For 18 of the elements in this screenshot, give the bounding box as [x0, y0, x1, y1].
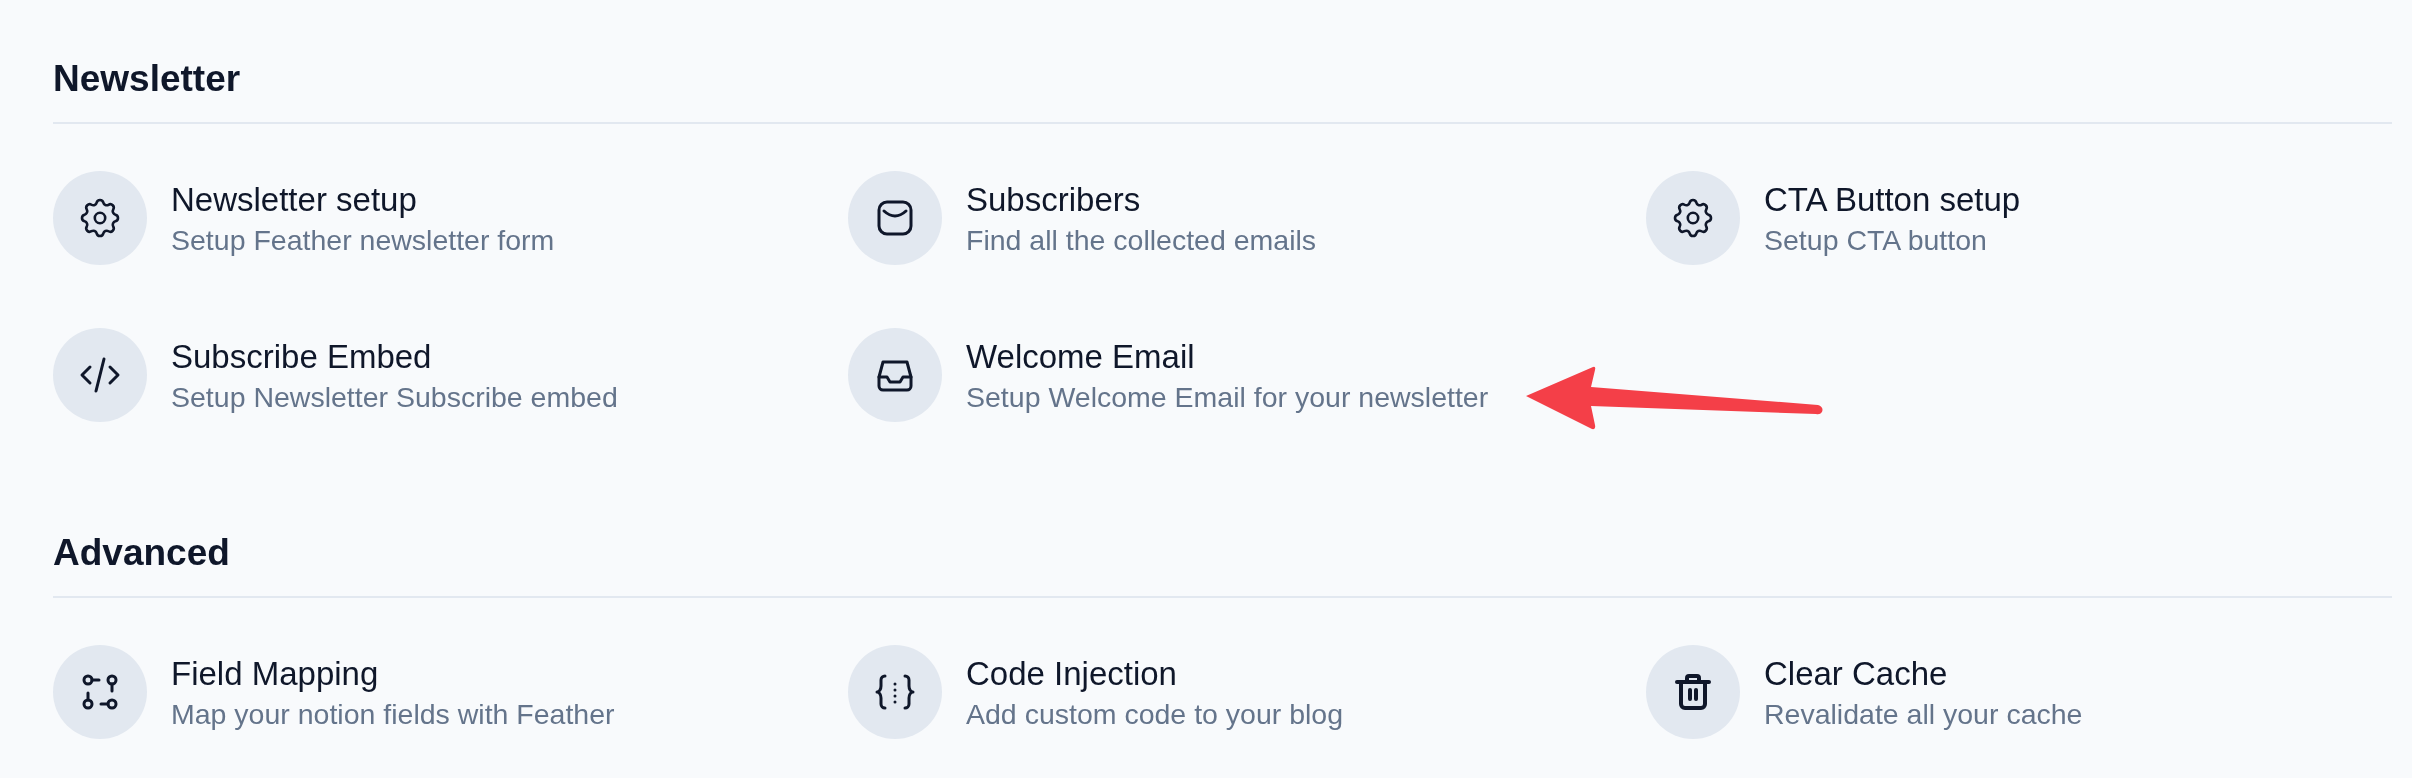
setting-link[interactable]: Welcome Email — [966, 337, 1195, 376]
setting-description: Setup Newsletter Subscribe embed — [171, 380, 618, 413]
setting-link[interactable]: Subscribe Embed — [171, 337, 432, 376]
setting-description: Setup Feather newsletter form — [171, 223, 555, 256]
setting-description: Setup Welcome Email for your newsletter — [966, 380, 1489, 413]
setting-link[interactable]: Newsletter setup — [171, 180, 417, 219]
section-heading: Newsletter — [53, 58, 241, 99]
setting-link[interactable]: CTA Button setup — [1764, 180, 2021, 219]
setting-description: Map your notion fields with Feather — [171, 697, 615, 730]
setting-link[interactable]: Code Injection — [966, 654, 1177, 693]
setting-description: Setup CTA button — [1764, 223, 1987, 256]
setting-description: Revalidate all your cache — [1764, 697, 2083, 730]
setting-description: Find all the collected emails — [966, 223, 1317, 256]
setting-link[interactable]: Subscribers — [966, 180, 1141, 219]
setting-description: Add custom code to your blog — [966, 697, 1344, 730]
setting-link[interactable]: Clear Cache — [1764, 654, 1948, 693]
setting-link[interactable]: Field Mapping — [171, 654, 379, 693]
section-heading: Advanced — [53, 532, 230, 573]
